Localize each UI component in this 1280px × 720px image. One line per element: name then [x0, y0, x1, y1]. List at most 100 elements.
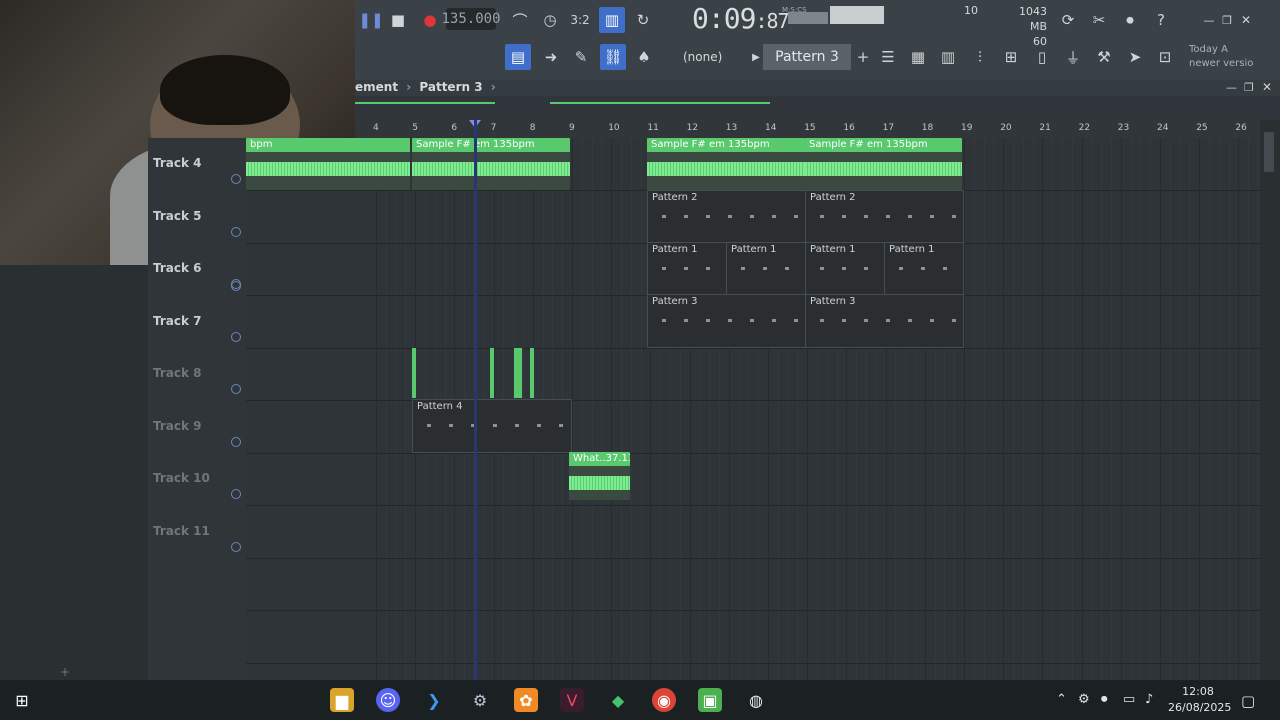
audio-clip[interactable]: What..37.13 — [569, 452, 630, 500]
piano-roll-icon[interactable]: ▦ — [905, 44, 931, 70]
overview-bar[interactable] — [355, 96, 1280, 120]
track-mute-icon[interactable] — [231, 226, 241, 237]
pattern-selector[interactable]: Pattern 3 — [763, 44, 851, 70]
taskbar-clock[interactable]: 12:08 26/08/2025 — [1168, 684, 1231, 716]
playlist-close-icon[interactable]: ✕ — [1262, 80, 1272, 94]
link-icon[interactable]: ⛓ — [600, 44, 626, 70]
volume-icon[interactable]: ♪ — [1145, 692, 1153, 707]
fl-studio-icon[interactable]: ✿ — [514, 688, 538, 712]
pattern-clip[interactable]: Pattern 4 — [412, 399, 572, 453]
track-name[interactable]: Track 9 — [153, 419, 202, 433]
breadcrumb-pattern[interactable]: Pattern 3 — [419, 80, 482, 94]
app-v-icon[interactable]: V — [560, 688, 584, 712]
vscode-icon[interactable]: ❯ — [422, 688, 446, 712]
pattern-clip[interactable]: Pattern 1 — [805, 242, 886, 296]
track-mute-icon[interactable] — [231, 384, 241, 394]
playlist-icon[interactable]: ▤ — [505, 44, 531, 70]
audio-clip[interactable] — [530, 348, 534, 398]
pattern-clip[interactable]: Pattern 2 — [805, 190, 964, 244]
timeline-ruler[interactable]: 4 5 6 7 8 9 10 11 12 13 14 15 16 17 18 19 20 21 22 23 24 25 26 — [355, 120, 1260, 139]
audio-clip[interactable]: Sample F# em 135bpm — [412, 138, 570, 190]
track-mute-icon[interactable] — [231, 436, 241, 447]
record-icon[interactable]: ● — [417, 7, 443, 33]
mic-icon[interactable]: ⏺ — [1117, 7, 1143, 33]
track-name[interactable]: Track 8 — [153, 366, 202, 380]
audio-clip[interactable] — [412, 348, 416, 398]
tray-mic-icon[interactable]: ⏺ — [1101, 692, 1108, 707]
discord-icon[interactable]: ☺ — [376, 688, 400, 712]
track-name[interactable]: Track 6 — [153, 261, 202, 275]
arrow-right-icon[interactable]: ➜ — [538, 44, 564, 70]
faders-icon[interactable]: ⫶ — [967, 44, 993, 70]
send-icon[interactable]: ➤ — [1122, 44, 1148, 70]
help-icon[interactable]: ? — [1148, 7, 1174, 33]
add-icon[interactable]: + — [60, 665, 70, 679]
countdown-icon[interactable]: 3:2 — [567, 7, 593, 33]
file-explorer-icon[interactable]: ▆ — [330, 688, 354, 712]
snap-select[interactable]: (none) — [683, 50, 722, 64]
breadcrumb-arrangement[interactable]: ement — [355, 80, 398, 94]
refresh-icon[interactable]: ⟳ — [1055, 7, 1081, 33]
pattern-clip[interactable]: Pattern 1 — [884, 242, 964, 296]
wand-icon[interactable]: ⚒ — [1091, 44, 1117, 70]
pattern-clip[interactable]: Pattern 3 — [805, 294, 964, 348]
audio-clip[interactable] — [518, 348, 522, 398]
playlist-minimize-icon[interactable]: — — [1226, 81, 1237, 94]
track-mute-icon[interactable] — [231, 541, 241, 552]
track-name[interactable]: Track 11 — [153, 524, 210, 538]
track-name[interactable]: Track 7 — [153, 314, 202, 328]
scissors-icon[interactable]: ✂ — [1086, 7, 1112, 33]
track-mute-icon[interactable] — [231, 174, 241, 184]
step-edit-icon[interactable]: ▥ — [599, 7, 625, 33]
audio-clip[interactable] — [490, 348, 494, 398]
pattern-clip[interactable]: Pattern 2 — [647, 190, 807, 244]
notifications-icon[interactable]: ▢ — [1241, 692, 1255, 710]
plugin-icon[interactable]: ⏚ — [1060, 44, 1086, 70]
pause-icon[interactable]: ❚❚ — [358, 7, 384, 33]
track-name[interactable]: Track 10 — [153, 471, 210, 485]
mixer-icon[interactable]: ☰ — [875, 44, 901, 70]
track-mute-icon[interactable] — [231, 489, 241, 499]
ruler-tick: 17 — [882, 123, 895, 133]
pattern-notes — [652, 209, 802, 229]
paint-icon[interactable]: ✎ — [568, 44, 594, 70]
stamp-icon[interactable]: ♠ — [631, 44, 657, 70]
grid-line — [1081, 138, 1083, 680]
add-pattern-icon[interactable]: + — [850, 44, 876, 70]
stop-icon[interactable]: ■ — [385, 7, 411, 33]
cart-icon[interactable]: ⊡ — [1152, 44, 1178, 70]
pattern-clip[interactable]: Pattern 1 — [726, 242, 807, 296]
wait-icon[interactable]: ◷ — [537, 7, 563, 33]
playlist-restore-icon[interactable]: ❐ — [1244, 81, 1254, 94]
settings-app-icon[interactable]: ⚙ — [468, 688, 492, 712]
tray-app-icon[interactable]: ⚙ — [1078, 692, 1090, 707]
windows-start-icon[interactable]: ⊞ — [10, 688, 34, 712]
android-studio-icon[interactable]: ▣ — [698, 688, 722, 712]
track-mute-icon[interactable] — [231, 331, 241, 342]
track-mute-icon[interactable] — [231, 281, 241, 291]
loop-record-icon[interactable]: ↻ — [630, 7, 656, 33]
channel-rack-icon[interactable]: ▥ — [935, 44, 961, 70]
audio-clip[interactable]: bpm — [246, 138, 410, 190]
audio-clip[interactable]: Sample F# em 135bpm — [805, 138, 962, 190]
track-name[interactable]: Track 4 — [153, 156, 202, 170]
tray-chevron-icon[interactable]: ⌃ — [1056, 692, 1067, 707]
metronome-icon[interactable]: ⌒ — [507, 7, 533, 33]
audio-clip[interactable]: Sample F# em 135bpm — [647, 138, 805, 190]
ruler-tick: 26 — [1235, 123, 1247, 133]
pattern-clip[interactable]: Pattern 1 — [647, 242, 728, 296]
grid-line — [1013, 138, 1014, 680]
polyphony-value: 60 — [1033, 35, 1047, 48]
playlist-grid[interactable]: bpm Sample F# em 135bpm Sample F# em 135bp… — [246, 138, 1260, 680]
shield-app-icon[interactable]: ◆ — [606, 688, 630, 712]
close-icon[interactable]: ✕ — [1233, 7, 1259, 33]
tempo-display[interactable]: 135.000 — [442, 8, 501, 30]
network-icon[interactable]: ▭ — [1123, 692, 1135, 707]
update-hint[interactable]: Today A newer versio — [1189, 43, 1253, 71]
obs-icon[interactable]: ◍ — [744, 688, 768, 712]
track-name[interactable]: Track 5 — [153, 209, 202, 223]
ruler-tick: 18 — [921, 123, 934, 133]
vertical-scrollbar[interactable] — [1260, 120, 1280, 680]
pattern-clip[interactable]: Pattern 3 — [647, 294, 807, 348]
chrome-icon[interactable]: ◉ — [652, 688, 676, 712]
